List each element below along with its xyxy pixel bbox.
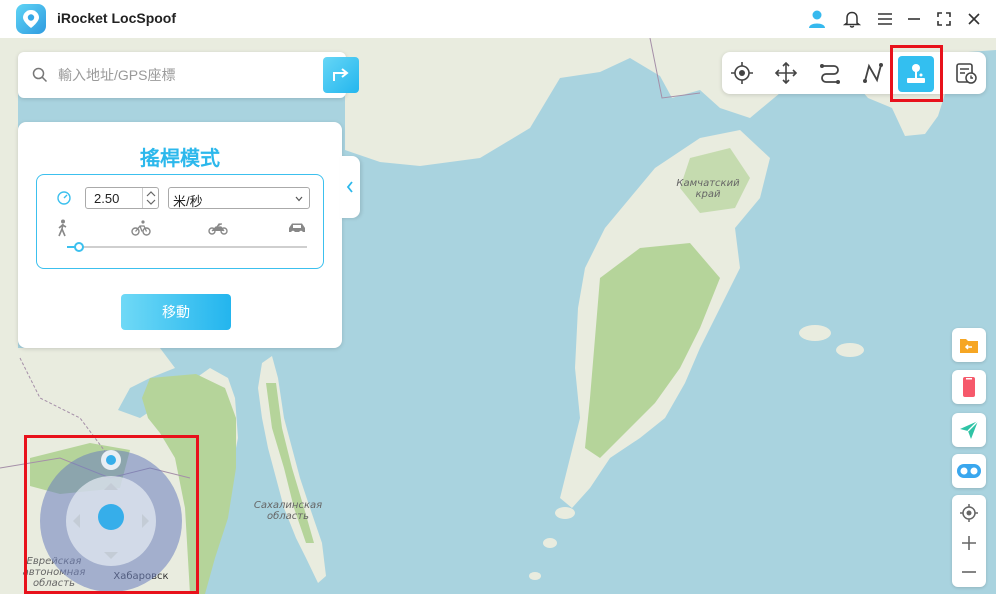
device-button[interactable] bbox=[952, 370, 986, 404]
send-icon bbox=[960, 420, 979, 439]
chevron-down-icon bbox=[295, 196, 303, 202]
import-gpx-button[interactable] bbox=[952, 328, 986, 362]
speed-slider[interactable] bbox=[67, 242, 307, 252]
zoom-out-button[interactable] bbox=[952, 557, 986, 587]
history-icon bbox=[956, 63, 977, 84]
speedometer-icon bbox=[57, 191, 71, 205]
my-location-button[interactable] bbox=[952, 498, 986, 528]
teleport-mode-button[interactable] bbox=[728, 59, 756, 87]
joystick-control[interactable] bbox=[40, 450, 182, 592]
two-spot-mode-button[interactable] bbox=[816, 59, 844, 87]
walking-icon[interactable] bbox=[53, 219, 73, 237]
multi-spot-mode-button[interactable] bbox=[859, 59, 887, 87]
joystick-mode-panel: 搖桿模式 2.50 米/秒 移動 bbox=[18, 122, 342, 348]
two-spot-route-icon bbox=[820, 64, 840, 84]
multi-spot-route-icon bbox=[863, 63, 883, 83]
search-icon bbox=[32, 67, 48, 83]
search-bar bbox=[18, 52, 359, 98]
user-account-icon[interactable] bbox=[805, 7, 829, 31]
my-location-icon bbox=[960, 504, 978, 522]
toggle-button[interactable] bbox=[952, 454, 986, 488]
device-icon bbox=[963, 377, 975, 397]
history-button[interactable] bbox=[952, 59, 980, 87]
joystick-direction-handle[interactable] bbox=[101, 450, 121, 470]
zoom-in-icon bbox=[962, 536, 976, 550]
map-label-kamchatka: Камчатский край bbox=[676, 178, 740, 200]
minimize-icon[interactable] bbox=[902, 7, 926, 31]
joystick-mode-button[interactable] bbox=[898, 56, 934, 92]
joystick-icon bbox=[907, 64, 925, 83]
app-title: iRocket LocSpoof bbox=[57, 10, 177, 26]
collapse-panel-tab[interactable] bbox=[340, 156, 360, 218]
zoom-out-icon bbox=[962, 571, 976, 573]
search-go-button[interactable] bbox=[323, 57, 359, 93]
speed-slider-thumb[interactable] bbox=[74, 242, 84, 252]
motorcycle-icon[interactable] bbox=[208, 219, 228, 237]
teleport-icon bbox=[731, 62, 753, 84]
toggle-icon bbox=[957, 464, 981, 478]
map-label-sakhalin: Сахалинская область bbox=[253, 500, 323, 522]
panel-title: 搖桿模式 bbox=[140, 146, 220, 170]
speed-settings-box: 2.50 米/秒 bbox=[36, 174, 324, 269]
cycling-icon[interactable] bbox=[131, 219, 151, 237]
send-button[interactable] bbox=[952, 413, 986, 447]
redirect-arrow-icon bbox=[333, 68, 349, 81]
menu-icon[interactable] bbox=[873, 7, 897, 31]
speed-value: 2.50 bbox=[94, 191, 120, 206]
fullscreen-icon[interactable] bbox=[932, 7, 956, 31]
jump-teleport-mode-button[interactable] bbox=[772, 59, 800, 87]
jump-teleport-icon bbox=[774, 61, 798, 85]
zoom-controls bbox=[952, 495, 986, 587]
unit-select[interactable]: 米/秒 bbox=[168, 187, 310, 209]
move-button[interactable]: 移動 bbox=[121, 294, 231, 330]
search-input[interactable] bbox=[58, 64, 313, 86]
title-bar: iRocket LocSpoof bbox=[0, 0, 996, 38]
speed-input[interactable]: 2.50 bbox=[85, 187, 159, 209]
car-icon[interactable] bbox=[287, 219, 307, 237]
close-icon[interactable] bbox=[962, 7, 986, 31]
joystick-knob[interactable] bbox=[98, 504, 124, 530]
app-logo-icon bbox=[16, 4, 46, 34]
notification-bell-icon[interactable] bbox=[840, 7, 864, 31]
zoom-in-button[interactable] bbox=[952, 528, 986, 558]
unit-value: 米/秒 bbox=[173, 194, 203, 209]
import-gpx-icon bbox=[960, 339, 978, 353]
speed-stepper[interactable] bbox=[142, 188, 158, 208]
chevron-left-icon bbox=[346, 181, 353, 193]
mode-toolbar bbox=[722, 52, 986, 94]
